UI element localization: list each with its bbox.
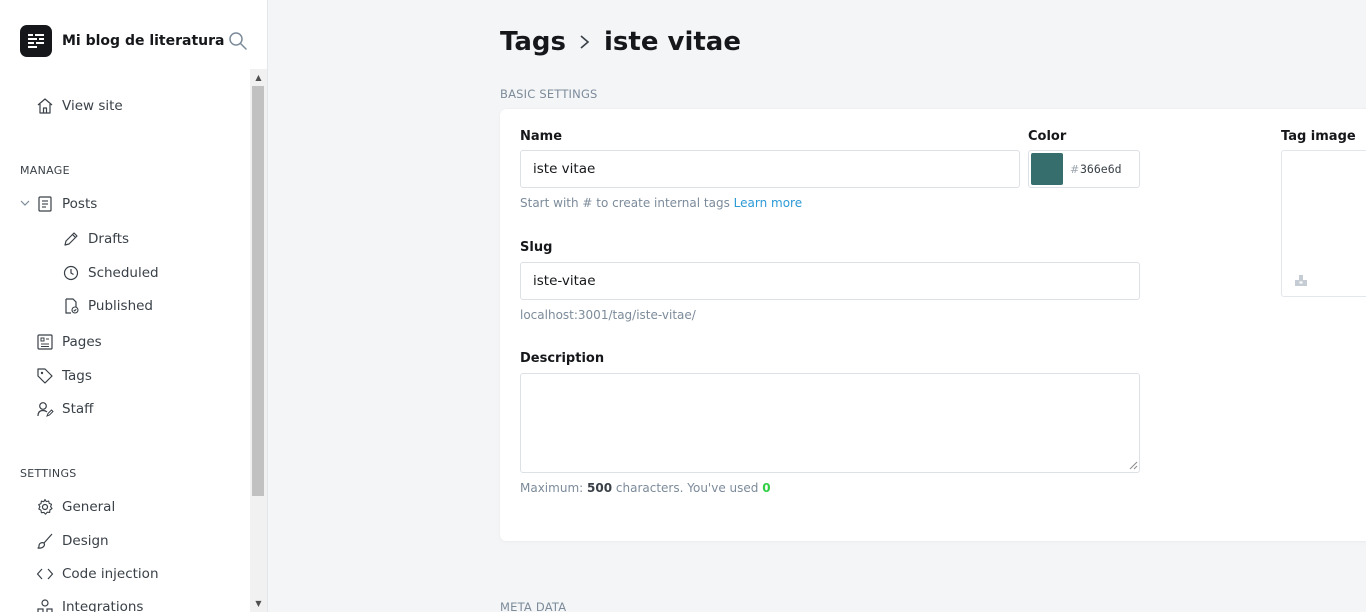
nav-tags[interactable]: Tags [36,364,92,388]
nav-posts-label: Posts [62,196,98,212]
brand[interactable]: Mi blog de literatura [20,25,224,57]
name-hint: Start with # to create internal tags Lea… [520,196,802,210]
home-icon [37,98,53,114]
name-hint-text: Start with # to create internal tags [520,196,730,210]
nav-staff-label: Staff [62,401,94,417]
manage-section-title: MANAGE [20,164,70,177]
nav-view-site[interactable]: View site [36,94,123,118]
nav-code-injection-label: Code injection [62,566,159,582]
tag-image-uploader[interactable] [1281,150,1366,297]
clock-icon [63,265,79,281]
color-value[interactable]: 366e6d [1080,162,1122,176]
published-icon [65,298,79,314]
color-swatch[interactable] [1031,153,1063,185]
nav-published-label: Published [88,298,153,314]
scroll-up-arrow-icon[interactable]: ▲ [250,69,267,86]
meta-data-title: META DATA [500,600,567,612]
breadcrumb-current: iste vitae [604,27,741,57]
basic-settings-title: BASIC SETTINGS [500,87,598,101]
chevron-down-icon[interactable] [19,197,31,209]
slug-input[interactable]: iste-vitae [520,262,1140,300]
counter-used: 0 [762,481,771,495]
name-label: Name [520,129,563,144]
resize-grip-icon[interactable] [1128,460,1138,470]
upload-image-icon [1295,275,1307,286]
counter-max: 500 [587,481,613,495]
posts-icon [38,196,52,212]
nav-design[interactable]: Design [36,529,109,553]
sidebar: Mi blog de literatura View site MANAGE P… [0,0,268,612]
search-icon[interactable] [228,31,248,51]
counter-middle: characters. You've used [615,481,759,495]
site-name: Mi blog de literatura [62,33,225,49]
tag-image-label: Tag image [1281,129,1356,144]
nav-general[interactable]: General [36,495,115,519]
nav-design-label: Design [62,533,109,549]
name-input[interactable]: iste vitae [520,150,1020,188]
learn-more-link[interactable]: Learn more [734,196,802,210]
chevron-right-icon [578,32,592,52]
nav-integrations[interactable]: Integrations [36,595,143,612]
pencil-icon [64,232,78,246]
nav-published[interactable]: Published [62,294,153,318]
brush-icon [37,533,53,549]
nav-scheduled-label: Scheduled [88,265,159,281]
breadcrumb: Tags iste vitae [500,24,741,60]
color-label: Color [1028,129,1067,144]
nav-drafts-label: Drafts [88,231,130,247]
color-hash: # [1070,163,1080,176]
slug-url-preview: localhost:3001/tag/iste-vitae/ [520,308,696,322]
integrations-icon [37,599,53,612]
description-counter: Maximum: 500 characters. You've used 0 [520,481,771,495]
nav-pages[interactable]: Pages [36,330,102,354]
nav-posts[interactable]: Posts [36,192,97,216]
site-logo-icon [20,25,52,57]
nav-drafts[interactable]: Drafts [62,227,129,251]
nav-code-injection[interactable]: Code injection [36,562,159,586]
pages-icon [37,334,53,350]
nav-scheduled[interactable]: Scheduled [62,261,159,285]
staff-icon [37,402,54,417]
tag-icon [37,368,53,384]
nav-view-site-label: View site [62,98,123,114]
sidebar-scrollbar-thumb[interactable] [252,86,264,496]
gear-icon [38,498,53,515]
nav-pages-label: Pages [62,334,102,350]
nav-general-label: General [62,499,116,515]
code-icon [36,568,54,580]
settings-section-title: SETTINGS [20,467,77,480]
nav-staff[interactable]: Staff [36,397,93,421]
counter-prefix: Maximum: [520,481,584,495]
nav-integrations-label: Integrations [62,599,144,612]
nav-tags-label: Tags [62,368,92,384]
breadcrumb-tags-link[interactable]: Tags [500,27,566,57]
description-textarea[interactable] [520,373,1140,473]
description-label: Description [520,351,605,366]
slug-label: Slug [520,240,553,255]
scroll-down-arrow-icon[interactable]: ▼ [250,595,267,612]
